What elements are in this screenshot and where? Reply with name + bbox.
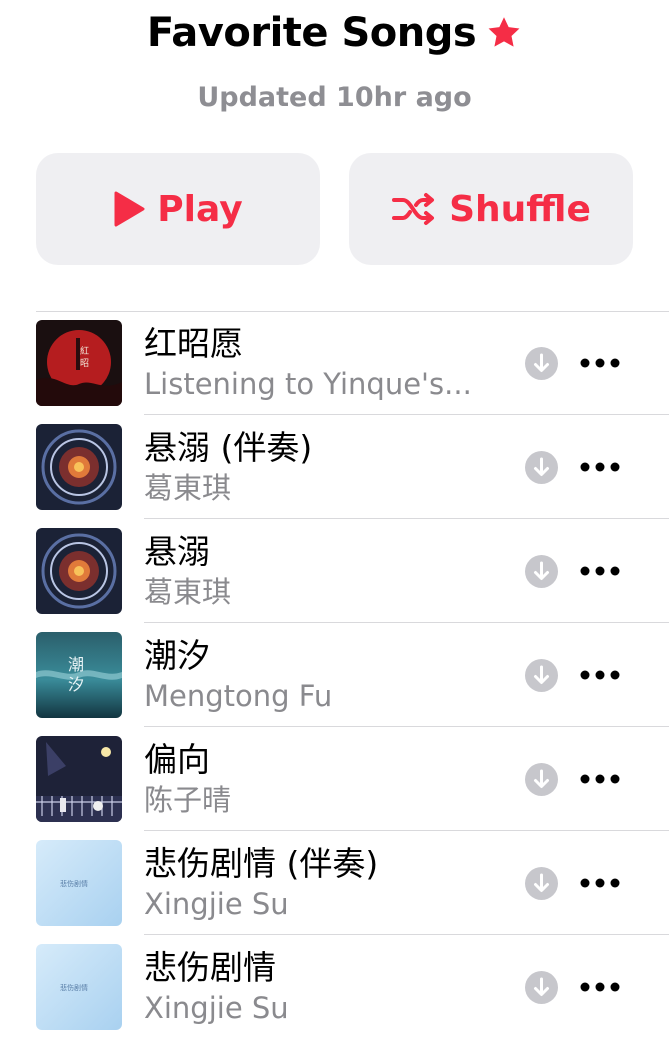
- song-list: 紅 昭 红昭愿 Listening to Yinque's... 悬溺 (伴奏)…: [0, 311, 669, 1039]
- download-icon[interactable]: [525, 763, 558, 796]
- download-icon[interactable]: [525, 867, 558, 900]
- song-artist: Listening to Yinque's...: [144, 367, 472, 401]
- play-button[interactable]: Play: [36, 153, 320, 265]
- song-title: 悲伤剧情: [144, 948, 276, 987]
- song-title: 红昭愿: [144, 324, 243, 363]
- album-art: [36, 424, 122, 510]
- more-icon[interactable]: [579, 356, 621, 370]
- play-label: Play: [157, 188, 243, 230]
- more-icon[interactable]: [579, 668, 621, 682]
- more-icon[interactable]: [579, 564, 621, 578]
- song-artist: 葛東琪: [144, 471, 232, 505]
- download-icon[interactable]: [525, 451, 558, 484]
- title-row: Favorite Songs: [0, 8, 669, 58]
- star-icon: [486, 15, 522, 51]
- album-art: 悲伤剧情: [36, 840, 122, 926]
- playlist-title: Favorite Songs: [146, 10, 477, 56]
- download-icon[interactable]: [525, 347, 558, 380]
- song-artist: Xingjie Su: [144, 991, 289, 1025]
- song-title: 悬溺 (伴奏): [144, 428, 313, 467]
- song-title: 偏向: [144, 740, 210, 779]
- more-icon[interactable]: [579, 980, 621, 994]
- more-icon[interactable]: [579, 876, 621, 890]
- song-row[interactable]: 潮 汐 潮汐 Mengtong Fu: [0, 623, 669, 727]
- song-row[interactable]: 悲伤剧情 悲伤剧情 (伴奏) Xingjie Su: [0, 831, 669, 935]
- download-icon[interactable]: [525, 971, 558, 1004]
- album-art: 潮 汐: [36, 632, 122, 718]
- album-art: [36, 528, 122, 614]
- song-row[interactable]: 悬溺 (伴奏) 葛東琪: [0, 415, 669, 519]
- updated-subtitle: Updated 10hr ago: [197, 82, 472, 113]
- svg-text:汐: 汐: [68, 675, 84, 694]
- song-row[interactable]: 悬溺 葛東琪: [0, 519, 669, 623]
- svg-text:紅: 紅: [80, 346, 89, 357]
- svg-text:潮: 潮: [68, 655, 84, 674]
- album-art: 悲伤剧情: [36, 944, 122, 1030]
- album-art: 紅 昭: [36, 320, 122, 406]
- more-icon[interactable]: [579, 460, 621, 474]
- song-artist: 葛東琪: [144, 575, 232, 609]
- song-artist: 陈子晴: [144, 783, 232, 817]
- album-art: [36, 736, 122, 822]
- svg-text:悲伤剧情: 悲伤剧情: [60, 879, 88, 888]
- song-title: 悬溺: [144, 532, 210, 571]
- download-icon[interactable]: [525, 555, 558, 588]
- play-icon: [113, 191, 145, 227]
- svg-text:昭: 昭: [80, 358, 89, 369]
- song-artist: Mengtong Fu: [144, 679, 333, 713]
- song-row[interactable]: 紅 昭 红昭愿 Listening to Yinque's...: [0, 311, 669, 415]
- song-row[interactable]: 悲伤剧情 悲伤剧情 Xingjie Su: [0, 935, 669, 1039]
- more-icon[interactable]: [579, 772, 621, 786]
- song-artist: Xingjie Su: [144, 887, 289, 921]
- song-title: 潮汐: [144, 636, 210, 675]
- shuffle-icon: [391, 192, 437, 226]
- song-title: 悲伤剧情 (伴奏): [144, 844, 379, 883]
- song-row[interactable]: 偏向 陈子晴: [0, 727, 669, 831]
- svg-text:悲伤剧情: 悲伤剧情: [60, 983, 88, 992]
- shuffle-button[interactable]: Shuffle: [349, 153, 633, 265]
- download-icon[interactable]: [525, 659, 558, 692]
- shuffle-label: Shuffle: [449, 188, 591, 230]
